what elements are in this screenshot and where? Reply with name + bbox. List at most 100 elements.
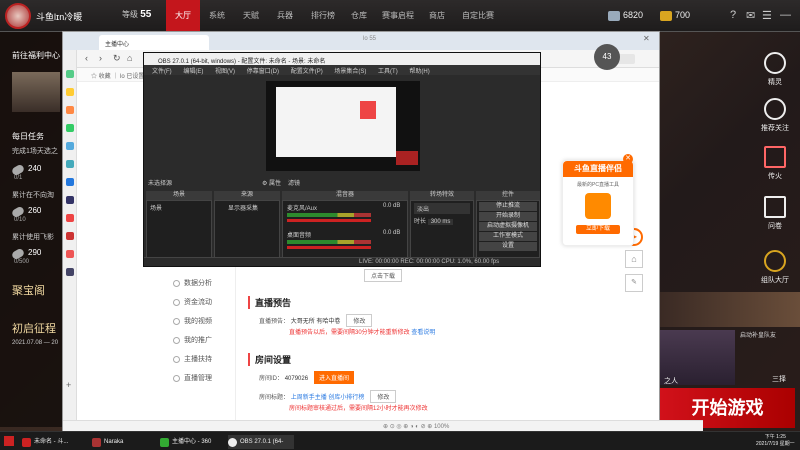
help-icon[interactable]: ? (730, 9, 736, 21)
home-icon[interactable]: ⌂ (625, 250, 643, 268)
menu-docks[interactable]: 停靠窗口(D) (247, 69, 279, 75)
studio-mode-button[interactable]: 工作室模式 (479, 232, 537, 241)
download-button[interactable]: 点击下载 (364, 269, 403, 282)
task-item[interactable]: 240 0/1 (10, 163, 62, 188)
task-item[interactable]: 290 0/500 (10, 247, 62, 272)
app-icon[interactable] (66, 160, 74, 168)
nav-funds[interactable]: 资金流动 (173, 297, 212, 307)
recommended-follow-button[interactable]: 推荐关注 (755, 98, 795, 133)
event-title[interactable]: 初启征程 (12, 320, 62, 336)
clock[interactable]: 下午 1:25 2021/7/19 星期一 (756, 434, 795, 448)
browser-tab[interactable]: 主播中心 (99, 35, 209, 50)
sprite-button[interactable]: 精灵 (755, 52, 795, 87)
app-icon[interactable] (66, 70, 74, 78)
close-icon[interactable]: ✕ (643, 34, 650, 43)
tab-events[interactable]: 赛事启程 (378, 0, 418, 32)
treasure-pavilion-link[interactable]: 聚宝阁 (12, 282, 62, 298)
obs-preview[interactable] (266, 81, 420, 171)
taskbar-item[interactable]: Naraka (92, 435, 154, 449)
app-icon[interactable] (66, 142, 74, 150)
enter-room-button[interactable]: 进入直播间 (314, 371, 355, 384)
nav-data-analysis[interactable]: 数据分析 (173, 278, 212, 288)
app-icon[interactable] (66, 106, 74, 114)
tab-custom-match[interactable]: 自定比赛 (456, 0, 500, 32)
nav-label: 直播管理 (184, 375, 212, 382)
nav-my-videos[interactable]: 我的视频 (173, 316, 212, 326)
back-icon[interactable]: ‹ (85, 53, 88, 63)
app-icon[interactable] (66, 178, 74, 186)
start-recording-button[interactable]: 开始录制 (479, 212, 537, 221)
nav-label: 我的推广 (184, 337, 212, 344)
home-icon[interactable]: ⌂ (127, 53, 132, 63)
tab-talent[interactable]: 天赋 (234, 0, 268, 32)
promo-close-icon[interactable]: ✕ (623, 154, 633, 164)
app-icon[interactable] (66, 124, 74, 132)
app-icon[interactable] (66, 268, 74, 276)
menu-edit[interactable]: 编辑(E) (183, 69, 203, 75)
virtual-camera-button[interactable]: 启动虚拟摄像机 (479, 222, 537, 231)
menu-help[interactable]: 帮助(H) (409, 69, 429, 75)
menu-tools[interactable]: 工具(T) (378, 69, 398, 75)
task-item[interactable]: 260 0/10 (10, 205, 62, 230)
forward-icon[interactable]: › (99, 53, 102, 63)
survey-button[interactable]: 问卷 (755, 196, 795, 231)
volume-slider[interactable] (287, 246, 371, 249)
daily-tasks-title: 每日任务 (12, 132, 44, 141)
taskbar-item-active[interactable]: OBS 27.0.1 (64-bit... (228, 435, 294, 449)
app-icon[interactable] (66, 214, 74, 222)
menu-scene-collection[interactable]: 场景集合(S) (334, 69, 366, 75)
filters-button[interactable]: 滤镜 (288, 178, 300, 187)
menu-view[interactable]: 视图(V) (215, 69, 235, 75)
mail-icon[interactable]: ✉ (746, 9, 755, 22)
stop-streaming-button[interactable]: 停止推流 (479, 202, 537, 211)
fire-button[interactable]: 传火 (755, 146, 795, 181)
taskbar-item[interactable]: 主播中心 - 360极... (160, 435, 222, 449)
tab-lobby[interactable]: 大厅 (166, 0, 200, 32)
nav-streamer-support[interactable]: 主播扶持 (173, 354, 212, 364)
app-icon[interactable] (66, 88, 74, 96)
volume-slider[interactable] (287, 219, 371, 222)
preview-help-link[interactable]: 查看说明 (411, 330, 435, 336)
app-icon[interactable] (66, 232, 74, 240)
tab-shop[interactable]: 商店 (420, 0, 454, 32)
tab-weapons[interactable]: 兵器 (268, 0, 302, 32)
tab-ranking[interactable]: 排行榜 (306, 0, 340, 32)
feedback-icon[interactable]: ✎ (625, 274, 643, 292)
app-icon[interactable] (66, 196, 74, 204)
taskbar-item[interactable]: 未命名 - 斗... (22, 435, 84, 449)
transition-select[interactable]: 淡出 (414, 203, 470, 214)
preview-row: 直播预告： 大哥无所 有哈中卷 修改 (259, 314, 373, 327)
taskbar-label: Naraka (104, 439, 124, 445)
section-preview-title: 直播预告 (248, 296, 291, 309)
scene-item[interactable]: 场景 (150, 203, 208, 212)
nav-label: 我的视频 (184, 318, 212, 325)
minimize-icon[interactable]: — (780, 9, 791, 21)
add-icon[interactable]: + (66, 380, 74, 390)
properties-button[interactable]: ⚙ 属性 (262, 178, 281, 187)
edit-title-button[interactable]: 修改 (370, 390, 397, 403)
nav-stream-management[interactable]: 直播管理 (173, 373, 212, 383)
headset-icon (764, 52, 786, 74)
nav-promotion[interactable]: 我的推广 (173, 335, 212, 345)
speed-badge[interactable]: 43 (594, 44, 620, 70)
tab-storage[interactable]: 仓库 (342, 0, 376, 32)
menu-file[interactable]: 文件(F) (152, 69, 172, 75)
tab-system[interactable]: 系统 (200, 0, 234, 32)
promo-download-button[interactable]: 立即下载 (576, 225, 620, 234)
settings-icon[interactable]: ☰ (762, 9, 772, 22)
windows-start-icon[interactable] (4, 436, 14, 446)
edit-preview-button[interactable]: 修改 (346, 314, 373, 327)
browser-sidebar: + (63, 50, 77, 425)
team-lobby-button[interactable]: 组队大厅 (755, 250, 795, 285)
refresh-icon[interactable]: ↻ (113, 53, 121, 64)
wallet-icon (173, 298, 180, 306)
avatar[interactable] (5, 3, 31, 29)
welfare-center-link[interactable]: 前往福利中心 (12, 50, 62, 61)
menu-profile[interactable]: 配置文件(P) (291, 69, 323, 75)
app-icon[interactable] (66, 250, 74, 258)
duration-input[interactable]: 300 ms (427, 219, 454, 225)
fire-icon (764, 146, 786, 168)
settings-button[interactable]: 设置 (479, 242, 537, 251)
source-item[interactable]: 显示器采集 (218, 203, 276, 212)
task-progress: 0/500 (14, 259, 30, 265)
